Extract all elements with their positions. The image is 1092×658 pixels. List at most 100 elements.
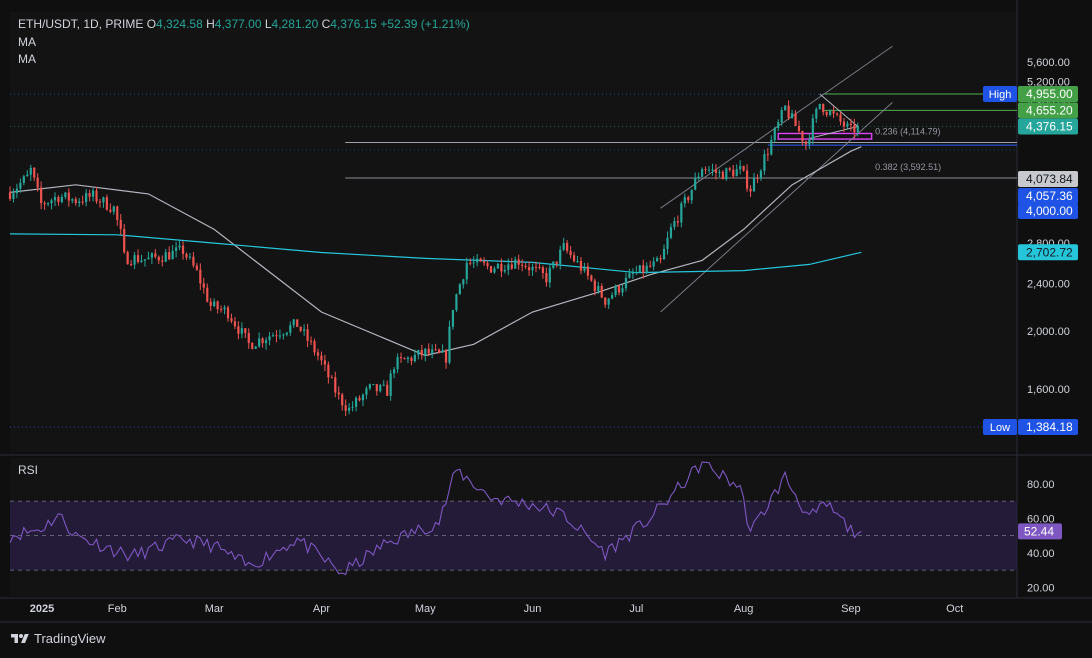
candle-body [441, 350, 444, 353]
candle-body [555, 261, 558, 264]
chart-frame: 5,600.005,200.004,800.003,600.003,200.00… [0, 0, 1092, 658]
candle-body [739, 166, 742, 170]
candle-body [569, 250, 572, 256]
candle-body [393, 369, 396, 374]
candle-body [278, 335, 282, 337]
candle-body [690, 189, 693, 201]
candle-body [604, 297, 607, 305]
candle-body [410, 357, 413, 362]
candle-body [849, 123, 852, 125]
candle-body [576, 260, 579, 262]
candle-body [150, 253, 153, 258]
candle-body [282, 334, 285, 336]
rsi-value-badge-value: 52.44 [1024, 524, 1054, 538]
candle-body [102, 197, 105, 203]
candle-body [552, 261, 555, 268]
candle-body [656, 258, 659, 262]
fibonacci-label: 0.382 (3,592.51) [875, 162, 941, 172]
candle-body [337, 392, 340, 395]
candle-body [846, 123, 849, 127]
candle-body [496, 263, 500, 269]
fibonacci-label: 0.236 (4,114.79) [875, 127, 940, 137]
candle-body [593, 280, 596, 292]
candle-body [323, 360, 327, 365]
candle-body [676, 221, 679, 223]
candle-body [313, 341, 316, 353]
candle-body [659, 258, 662, 260]
candle-body [521, 264, 524, 266]
candle-body [147, 257, 150, 260]
time-tick-label: Feb [108, 603, 127, 615]
tradingview-brand[interactable]: TradingView [10, 631, 106, 646]
low-key: L [264, 17, 272, 31]
candle-body [309, 340, 313, 342]
candle-body [524, 265, 527, 268]
ma-slow-legend[interactable]: MA [18, 52, 36, 66]
candle-body [482, 261, 486, 264]
candle-body [683, 197, 686, 204]
open-value: 4,324.58 [156, 17, 203, 31]
candle-body [40, 187, 43, 204]
candle-body [694, 177, 697, 190]
candle-body [507, 264, 510, 270]
candle-body [611, 295, 614, 299]
rsi-tick-label: 20.00 [1027, 582, 1055, 594]
candle-body [514, 259, 517, 269]
rsi-tick-label: 40.00 [1027, 548, 1055, 560]
candle-body [489, 266, 493, 273]
price-level-badge-value: 1,384.18 [1026, 420, 1073, 434]
candle-body [358, 397, 361, 401]
candle-body [219, 309, 223, 311]
candle-body [50, 200, 53, 204]
candle-body [752, 178, 756, 192]
candle-body [424, 348, 427, 356]
candle-body [123, 228, 126, 253]
candle-body [465, 262, 468, 280]
candle-body [15, 188, 19, 194]
candle-body [517, 259, 520, 265]
candle-body [673, 221, 676, 228]
candle-body [8, 192, 12, 199]
candle-body [354, 397, 358, 407]
candle-body [687, 197, 690, 201]
time-tick-label: 2025 [30, 603, 54, 615]
candle-body [74, 199, 77, 203]
candle-body [202, 283, 205, 288]
rsi-legend[interactable]: RSI [18, 463, 38, 477]
candle-body [320, 355, 323, 361]
candle-body [413, 354, 416, 362]
price-level-badge-value: 4,057.36 [1026, 189, 1073, 203]
candle-body [130, 264, 133, 266]
candle-body [185, 253, 188, 258]
candle-body [43, 203, 46, 205]
candle-body [19, 182, 22, 189]
candle-body [527, 267, 531, 271]
candle-body [531, 266, 534, 271]
price-tick-label: 2,400.00 [1027, 278, 1070, 290]
ma-fast-legend[interactable]: MA [18, 35, 36, 49]
candle-body [22, 176, 25, 183]
candle-body [299, 326, 302, 331]
candle-body [680, 203, 683, 223]
candle-body [797, 125, 801, 132]
candle-body [479, 258, 482, 262]
candle-body [406, 357, 410, 360]
candle-body [361, 394, 365, 401]
candle-body [448, 326, 451, 363]
symbol-name[interactable]: ETH/USDT, 1D, PRIME [18, 17, 143, 31]
chart-canvas[interactable]: 5,600.005,200.004,800.003,600.003,200.00… [0, 0, 1092, 658]
candle-body [351, 406, 354, 408]
candle-body [749, 188, 752, 192]
candle-body [143, 259, 147, 261]
candle-body [462, 279, 465, 285]
candle-body [642, 265, 645, 273]
candle-body [832, 111, 835, 114]
candle-body [469, 262, 472, 264]
close-key: C [321, 17, 331, 31]
candle-body [344, 405, 347, 411]
candle-body [541, 267, 545, 273]
rsi-tick-label: 80.00 [1027, 479, 1055, 491]
candle-body [327, 364, 330, 378]
candle-body [164, 252, 167, 262]
candle-body [36, 177, 39, 188]
